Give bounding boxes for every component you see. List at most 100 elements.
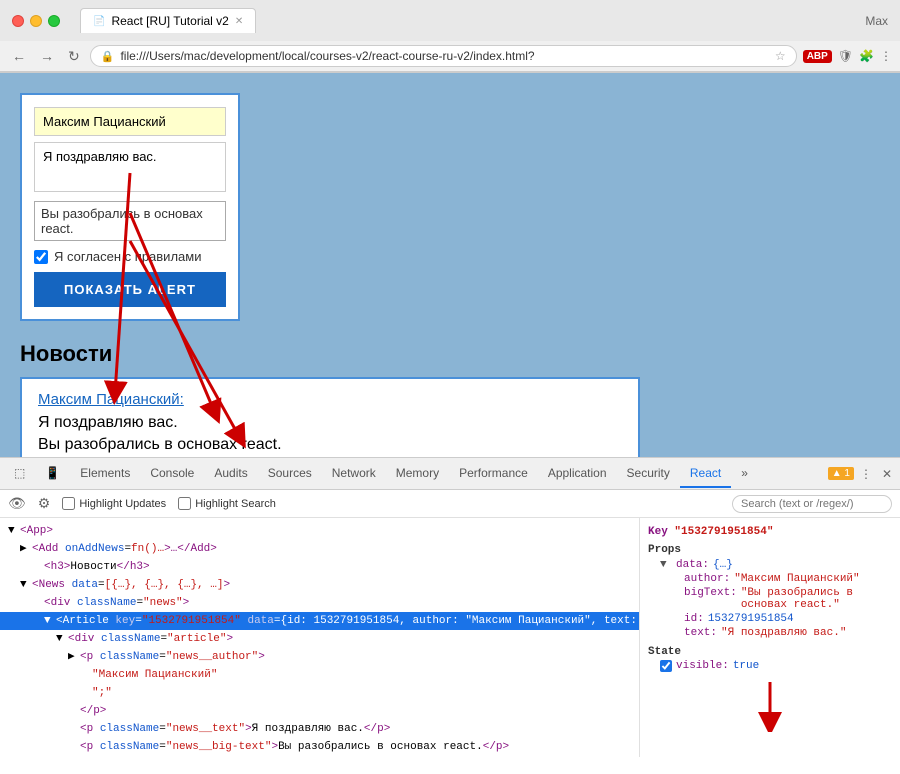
adblock-icon[interactable]: ABP (803, 50, 832, 63)
dom-line-author-text[interactable]: "Максим Пацианский" (0, 666, 639, 684)
props-id-value: 1532791951854 (708, 613, 794, 625)
dom-line-div-article[interactable]: ▼<div className="article"> (0, 630, 639, 648)
triangle-data[interactable]: ▼ (660, 559, 672, 571)
tab-sources[interactable]: Sources (258, 460, 322, 488)
tab-close-button[interactable]: ✕ (235, 16, 243, 27)
address-bar[interactable]: 🔒 file:///Users/mac/development/local/co… (90, 45, 797, 67)
agree-checkbox[interactable] (34, 250, 48, 264)
news-author-1[interactable]: Максим Пацианский: (38, 391, 622, 408)
dom-line-add[interactable]: ▶<Add onAddNews=fn()…>…</Add> (0, 540, 639, 558)
triangle-p-author[interactable]: ▶ (68, 649, 80, 665)
back-button[interactable]: ← (8, 46, 30, 66)
name-input[interactable] (34, 107, 226, 136)
key-value: "1532791951854" (674, 526, 773, 538)
dom-line-close-div-article[interactable]: </div> (0, 756, 639, 757)
dom-line-news[interactable]: ▼<News data=[{…}, {…}, {…}, …]> (0, 576, 639, 594)
props-data-row: ▼ data: {…} (648, 558, 892, 572)
tab-title: React [RU] Tutorial v2 (111, 14, 228, 28)
nav-icons: ABP 🛡 🧩 ⋮ (803, 49, 892, 63)
devtools-tab-icons: ▲ 1 ⋮ ✕ (828, 463, 896, 485)
triangle-news[interactable]: ▼ (20, 577, 32, 593)
tab-react[interactable]: React (680, 460, 731, 488)
dom-line-div-news[interactable]: <div className="news"> (0, 594, 639, 612)
visible-checkbox[interactable] (660, 660, 672, 672)
tab-elements[interactable]: Elements (70, 460, 140, 488)
shield-icon[interactable]: 🛡 (838, 49, 853, 63)
highlight-updates-checkbox[interactable] (62, 497, 75, 510)
minimize-button[interactable] (30, 15, 42, 27)
menu-icon[interactable]: ⋮ (880, 49, 892, 63)
form-section: Я поздравляю вас. Вы разобрались в основ… (20, 93, 240, 321)
tab-audits[interactable]: Audits (204, 460, 257, 488)
url-text: file:///Users/mac/development/local/cour… (120, 49, 534, 63)
highlight-search-label[interactable]: Highlight Search (178, 497, 276, 510)
dom-line-author-semi[interactable]: ";" (0, 684, 639, 702)
news-section: Новости Максим Пацианский: Я поздравляю … (20, 341, 880, 457)
message-textarea[interactable]: Я поздравляю вас. (34, 142, 226, 192)
arrow-svg-props (750, 682, 790, 732)
dom-line-p-bigtext[interactable]: <p className="news__big-text">Вы разобра… (0, 738, 639, 756)
props-id-name: id: (684, 613, 704, 625)
tab-security[interactable]: Security (617, 460, 680, 488)
news-card-1: Максим Пацианский: Я поздравляю вас. Вы … (20, 377, 640, 457)
browser-tab[interactable]: 📄 React [RU] Tutorial v2 ✕ (80, 8, 256, 33)
highlight-updates-text: Highlight Updates (79, 498, 166, 510)
triangle-div-article[interactable]: ▼ (56, 631, 68, 647)
devtools-icon-mobile[interactable]: 📱 (35, 460, 70, 488)
triangle-article[interactable]: ▼ (44, 613, 56, 629)
props-bigtext-name: bigText: (684, 587, 737, 611)
settings-icon[interactable]: ⚙ (38, 495, 51, 512)
maximize-button[interactable] (48, 15, 60, 27)
dom-line-p-text[interactable]: <p className="news__text">Я поздравляю в… (0, 720, 639, 738)
star-icon[interactable]: ☆ (775, 49, 786, 63)
highlight-search-text: Highlight Search (195, 498, 276, 510)
props-visible-name: visible: (676, 660, 729, 672)
tab-application[interactable]: Application (538, 460, 617, 488)
dom-line-h3[interactable]: <h3>Новости</h3> (0, 558, 639, 576)
tab-memory[interactable]: Memory (386, 460, 449, 488)
tab-console[interactable]: Console (140, 460, 204, 488)
dom-line-app[interactable]: ▼<App> (0, 522, 639, 540)
tab-more[interactable]: » (731, 460, 758, 488)
props-author-row: author: "Максим Пацианский" (672, 572, 892, 586)
warning-badge[interactable]: ▲ 1 (828, 467, 854, 480)
reload-button[interactable]: ↻ (64, 46, 84, 67)
devtools-close-icon[interactable]: ✕ (878, 463, 896, 485)
props-bigtext-value: "Вы разобрались в основах react." (741, 587, 892, 611)
props-nested-data: author: "Максим Пацианский" bigText: "Вы… (648, 572, 892, 640)
props-panel: Key "1532791951854" Props ▼ data: {…} au… (640, 518, 900, 757)
title-bar: 📄 React [RU] Tutorial v2 ✕ Max (0, 0, 900, 41)
forward-button[interactable]: → (36, 46, 58, 66)
devtools-more-icon[interactable]: ⋮ (856, 463, 876, 485)
show-alert-button[interactable]: ПОКАЗАТЬ ALERT (34, 272, 226, 307)
navigation-bar: ← → ↻ 🔒 file:///Users/mac/development/lo… (0, 41, 900, 72)
close-button[interactable] (12, 15, 24, 27)
props-text-value: "Я поздравляю вас." (721, 627, 846, 639)
tab-network[interactable]: Network (322, 460, 386, 488)
react-search-input[interactable] (732, 495, 892, 513)
dom-line-article-selected[interactable]: ▼<Article key="1532791951854" data={id: … (0, 612, 639, 630)
tab-bar: 📄 React [RU] Tutorial v2 ✕ (68, 8, 268, 33)
page-area: Я поздравляю вас. Вы разобрались в основ… (0, 73, 900, 457)
triangle-add[interactable]: ▶ (20, 541, 32, 557)
extension-icon[interactable]: 🧩 (859, 49, 874, 63)
props-data-name: data: (676, 559, 709, 571)
props-text-name: text: (684, 627, 717, 639)
browser-content: Я поздравляю вас. Вы разобрались в основ… (0, 73, 900, 757)
agree-label: Я согласен с правилами (54, 249, 201, 264)
news-text-1: Я поздравляю вас. (38, 414, 622, 432)
devtools: ⬚ 📱 Elements Console Audits Sources Netw… (0, 457, 900, 757)
highlight-search-checkbox[interactable] (178, 497, 191, 510)
eye-icon[interactable]: 👁 (8, 495, 26, 512)
highlight-updates-label[interactable]: Highlight Updates (62, 497, 166, 510)
dom-line-p-author[interactable]: ▶<p className="news__author"> (0, 648, 639, 666)
state-label: State (648, 646, 892, 658)
props-author-value: "Максим Пацианский" (734, 573, 859, 585)
tab-performance[interactable]: Performance (449, 460, 538, 488)
traffic-lights (12, 15, 60, 27)
devtools-toolbar: 👁 ⚙ Highlight Updates Highlight Search (0, 490, 900, 518)
triangle-app[interactable]: ▼ (8, 523, 20, 539)
devtools-icon-cursor[interactable]: ⬚ (4, 460, 35, 488)
props-visible-value: true (733, 660, 759, 672)
dom-line-close-p[interactable]: </p> (0, 702, 639, 720)
